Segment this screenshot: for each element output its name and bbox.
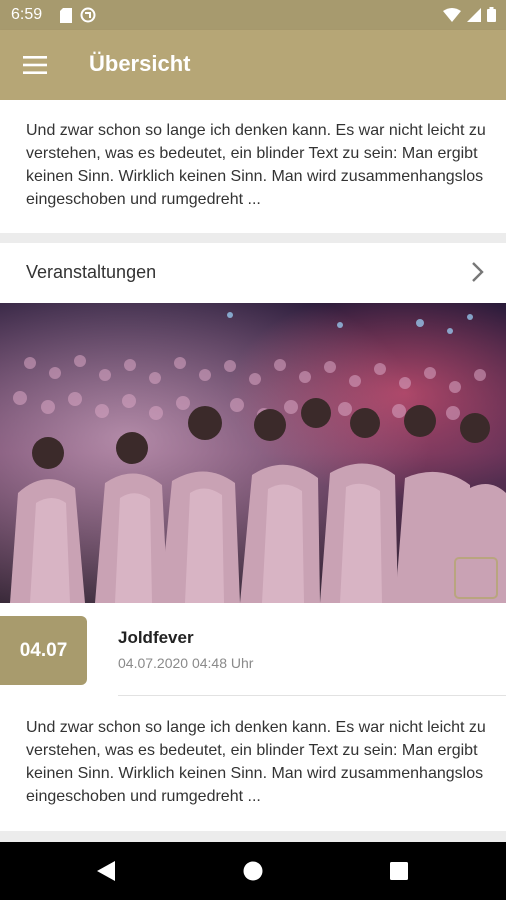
battery-icon [487,7,496,27]
wifi-icon [443,7,461,27]
events-card: Veranstaltungen 04.07 Joldfever 04.07.20… [0,243,506,831]
event-title[interactable]: Joldfever [118,628,194,648]
page-title: Übersicht [89,51,191,76]
sync-icon [80,7,96,28]
hamburger-menu-icon[interactable] [14,49,56,81]
intro-card: Und zwar schon so lange ich denken kann.… [0,100,506,233]
event-date-badge: 04.07 [0,616,87,685]
events-section-title: Veranstaltungen [26,262,157,282]
back-icon[interactable] [91,856,121,886]
event-image[interactable] [0,303,506,603]
events-section-header[interactable]: Veranstaltungen [0,243,506,303]
home-icon[interactable] [238,856,268,886]
status-bar: 6:59 [0,0,506,30]
intro-text: Und zwar schon so lange ich denken kann.… [26,122,486,208]
chevron-right-icon[interactable] [470,260,486,289]
system-navigation-bar [0,842,506,900]
divider [118,695,506,696]
event-datetime: 04.07.2020 04:48 Uhr [118,655,254,671]
app-bar: Übersicht [0,30,506,100]
event-description: Und zwar schon so lange ich denken kann.… [26,719,486,805]
status-time: 6:59 [11,6,43,23]
recents-icon[interactable] [384,856,414,886]
sd-card-icon [60,7,72,28]
signal-icon [467,7,481,27]
